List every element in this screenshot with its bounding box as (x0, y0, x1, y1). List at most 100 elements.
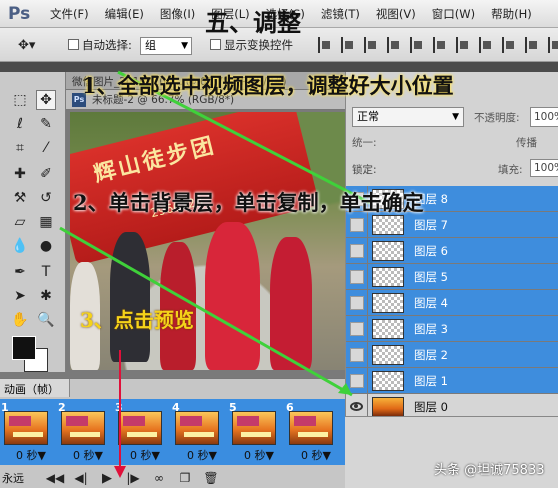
gradient-tool-icon[interactable]: ▦ (36, 212, 56, 232)
type-tool-icon[interactable]: T (36, 262, 56, 282)
layer-row[interactable]: 图层 1 (346, 367, 558, 394)
annotation-step3: 3、点击预览 (80, 308, 194, 332)
tween-icon[interactable]: ∞ (150, 470, 168, 486)
visibility-toggle[interactable] (346, 367, 368, 394)
layer-thumbnail (372, 266, 404, 287)
align-bottom-icon[interactable] (364, 37, 378, 53)
annotation-title: 五、调整 (205, 8, 301, 37)
align-buttons (318, 37, 558, 53)
annotation-step2: 2、单击背景层，单击复制，单击确定 (73, 190, 424, 215)
quick-select-tool-icon[interactable]: ✎ (36, 114, 56, 134)
visibility-toggle[interactable] (346, 263, 368, 290)
animation-frame[interactable]: 5 0 秒▼ (228, 401, 282, 463)
pen-tool-icon[interactable]: ✒ (10, 262, 30, 282)
frame-thumbnail (175, 411, 219, 445)
frame-delay[interactable]: 0 秒▼ (187, 447, 217, 463)
healing-brush-tool-icon[interactable]: ✚ (10, 164, 30, 184)
chevron-down-icon: ▼ (452, 112, 459, 122)
animation-tab[interactable]: 动画（帧） (0, 379, 70, 397)
menu-image[interactable]: 图像(I) (152, 6, 203, 22)
frame-delay[interactable]: 0 秒▼ (244, 447, 274, 463)
distribute-vcenter-icon[interactable] (479, 37, 493, 53)
history-brush-tool-icon[interactable]: ↺ (36, 188, 56, 208)
animation-frame[interactable]: 1 0 秒▼ (0, 401, 54, 463)
layer-row[interactable]: 图层 6 (346, 237, 558, 264)
frame-delay[interactable]: 0 秒▼ (73, 447, 103, 463)
trash-icon[interactable]: 🗑 (202, 470, 220, 486)
crop-tool-icon[interactable]: ⌗ (10, 138, 30, 158)
layer-row[interactable]: 图层 2 (346, 341, 558, 368)
eyedropper-tool-icon[interactable]: ⁄ (36, 138, 56, 158)
marquee-tool-icon[interactable]: ⬚ (10, 90, 30, 110)
watermark: 头条 @坦诚75833 (434, 463, 545, 478)
distribute-left-icon[interactable] (525, 37, 539, 53)
toolbox: ⬚ ✥ ℓ ✎ ⌗ ⁄ ✚ ✐ ⚒ ↺ ▱ ▦ 💧 ● ✒ T ➤ ✱ ✋ 🔍 (0, 72, 66, 372)
fill-field[interactable]: 100% (530, 159, 558, 177)
frame-delay[interactable]: 0 秒▼ (16, 447, 46, 463)
next-frame-icon[interactable]: |▶ (124, 470, 142, 486)
layers-panel: 正常 ▼ 不透明度: 100% 统一: 传播 锁定: 填充: 100% 图层 8… (345, 72, 558, 420)
distribute-top-icon[interactable] (456, 37, 470, 53)
play-icon[interactable]: ▶ (98, 470, 116, 486)
layer-thumbnail (372, 214, 404, 235)
visibility-toggle[interactable] (346, 289, 368, 316)
foreground-color-swatch[interactable] (12, 336, 36, 360)
menu-filter[interactable]: 滤镜(T) (313, 6, 368, 22)
align-hcenter-icon[interactable] (410, 37, 424, 53)
distribute-bottom-icon[interactable] (502, 37, 516, 53)
hidden-eye-icon (349, 243, 364, 258)
animation-frame[interactable]: 2 0 秒▼ (57, 401, 111, 463)
visibility-toggle[interactable] (346, 341, 368, 368)
clone-stamp-tool-icon[interactable]: ⚒ (10, 188, 30, 208)
show-transform-checkbox[interactable] (210, 39, 221, 50)
layer-row[interactable]: 图层 4 (346, 289, 558, 316)
distribute-hcenter-icon[interactable] (548, 37, 558, 53)
opacity-field[interactable]: 100% (530, 107, 558, 127)
auto-select-dropdown[interactable]: 组 ▼ (140, 37, 192, 55)
frame-delay[interactable]: 0 秒▼ (301, 447, 331, 463)
lasso-tool-icon[interactable]: ℓ (10, 114, 30, 134)
layer-name: 图层 4 (414, 295, 448, 310)
auto-select-label: 自动选择: (82, 38, 132, 52)
first-frame-icon[interactable]: ◀◀ (46, 470, 64, 486)
menu-window[interactable]: 窗口(W) (424, 6, 483, 22)
visibility-toggle[interactable] (346, 237, 368, 264)
layer-name: 图层 0 (414, 399, 448, 414)
frame-thumbnail (289, 411, 333, 445)
hand-tool-icon[interactable]: ✋ (10, 310, 30, 330)
move-tool-preset-button[interactable]: ✥▾ (18, 36, 48, 54)
layer-row[interactable]: 图层 5 (346, 263, 558, 290)
auto-select-checkbox[interactable] (68, 39, 79, 50)
menu-edit[interactable]: 编辑(E) (97, 6, 152, 22)
menu-file[interactable]: 文件(F) (36, 6, 97, 22)
align-top-icon[interactable] (318, 37, 332, 53)
person-figure (110, 232, 150, 362)
animation-frame[interactable]: 4 0 秒▼ (171, 401, 225, 463)
loop-dropdown[interactable]: 永远 (2, 470, 24, 486)
eraser-tool-icon[interactable]: ▱ (10, 212, 30, 232)
blend-mode-dropdown[interactable]: 正常 ▼ (352, 107, 464, 127)
previous-frame-icon[interactable]: ◀| (72, 470, 90, 486)
duplicate-frame-icon[interactable]: ❐ (176, 470, 194, 486)
menu-help[interactable]: 帮助(H) (483, 6, 540, 22)
path-select-tool-icon[interactable]: ➤ (10, 286, 30, 306)
shape-tool-icon[interactable]: ✱ (36, 286, 56, 306)
brush-tool-icon[interactable]: ✐ (36, 164, 56, 184)
visibility-toggle[interactable] (346, 315, 368, 342)
annotation-step1: 1、全部选中视频图层，调整好大小位置 (82, 73, 454, 98)
menu-view[interactable]: 视图(V) (368, 6, 424, 22)
layer-row[interactable]: 图层 3 (346, 315, 558, 342)
align-right-icon[interactable] (433, 37, 447, 53)
blur-tool-icon[interactable]: 💧 (10, 236, 30, 256)
dodge-tool-icon[interactable]: ● (36, 236, 56, 256)
move-tool-icon[interactable]: ✥ (36, 90, 56, 110)
zoom-tool-icon[interactable]: 🔍 (36, 310, 56, 330)
align-vcenter-icon[interactable] (341, 37, 355, 53)
layer-name: 图层 7 (414, 217, 448, 232)
frame-delay[interactable]: 0 秒▼ (130, 447, 160, 463)
animation-frame[interactable]: 6 0 秒▼ (285, 401, 339, 463)
hidden-eye-icon (349, 347, 364, 362)
animation-frame[interactable]: 3 0 秒▼ (114, 401, 168, 463)
align-left-icon[interactable] (387, 37, 401, 53)
layer-thumbnail (372, 240, 404, 261)
